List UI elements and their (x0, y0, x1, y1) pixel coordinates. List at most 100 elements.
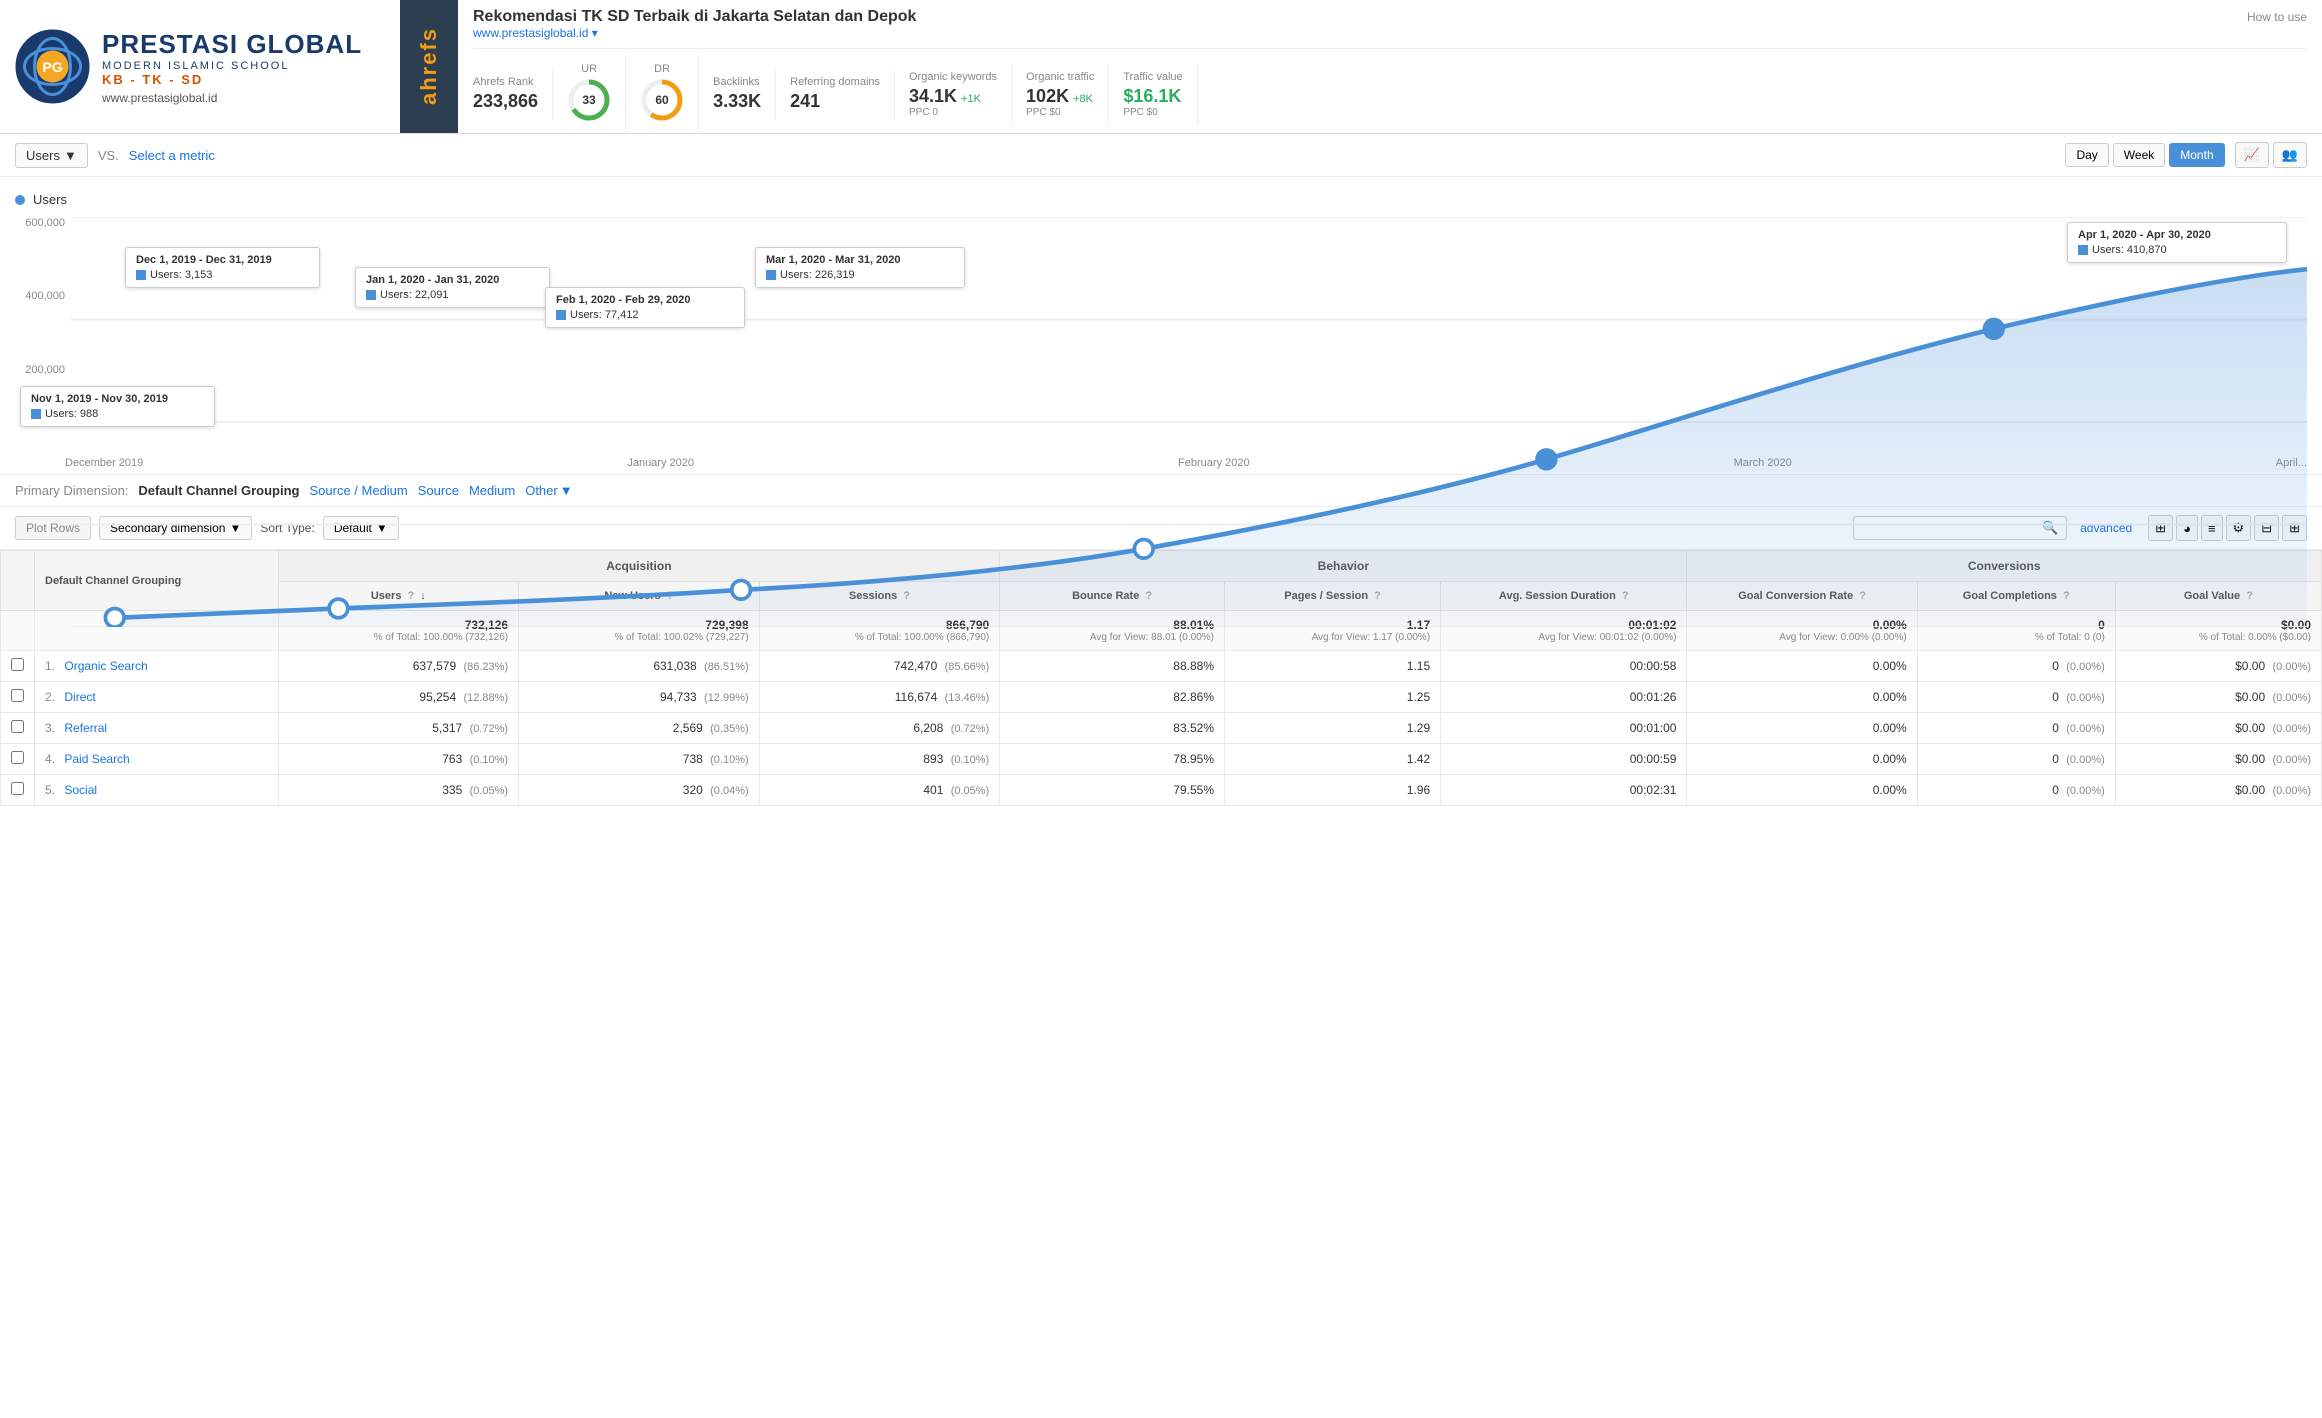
metric-ahrefs-rank: Ahrefs Rank 233,866 (473, 68, 553, 120)
row-avg-session-2: 00:01:00 (1441, 713, 1687, 744)
tooltip-dec: Dec 1, 2019 - Dec 31, 2019 Users: 3,153 (125, 247, 320, 288)
time-controls: Day Week Month (2065, 143, 2224, 167)
row-goal-comp-3: 0 (0.00%) (1917, 744, 2115, 775)
row-bounce-4: 79.55% (1000, 775, 1225, 806)
metric-organic-kw: Organic keywords 34.1K +1K PPC 0 (895, 63, 1012, 126)
row-num-1: 2. Direct (35, 682, 279, 713)
row-new-users-2: 2,569 (0.35%) (519, 713, 760, 744)
chart-legend: Users (15, 187, 2307, 217)
metric-organic-traffic: Organic traffic 102K +8K PPC $0 (1012, 63, 1109, 126)
row-pages-4: 1.96 (1225, 775, 1441, 806)
day-btn[interactable]: Day (2065, 143, 2108, 167)
row-sessions-2: 6,208 (0.72%) (759, 713, 1000, 744)
week-btn[interactable]: Week (2113, 143, 2165, 167)
row-goal-val-4: $0.00 (0.00%) (2115, 775, 2321, 806)
month-btn[interactable]: Month (2169, 143, 2224, 167)
row-num-4: 5. Social (35, 775, 279, 806)
row-new-users-0: 631,038 (86.51%) (519, 651, 760, 682)
organic-traffic-value: 102K (1026, 86, 1069, 107)
row-goal-comp-2: 0 (0.00%) (1917, 713, 2115, 744)
row-bounce-2: 83.52% (1000, 713, 1225, 744)
traffic-value-value: $16.1K (1123, 86, 1182, 107)
row-goal-val-1: $0.00 (0.00%) (2115, 682, 2321, 713)
ahrefs-logo: ahrefs (410, 19, 448, 113)
total-checkbox (1, 611, 35, 651)
row-goal-conv-3: 0.00% (1687, 744, 1917, 775)
row-bounce-0: 88.88% (1000, 651, 1225, 682)
legend-dot (15, 195, 25, 205)
row-avg-session-0: 00:00:58 (1441, 651, 1687, 682)
select-metric-link[interactable]: Select a metric (129, 148, 215, 163)
table-row: 2. Direct 95,254 (12.88%) 94,733 (12.99%… (1, 682, 2322, 713)
row-pages-2: 1.29 (1225, 713, 1441, 744)
tooltip-jan: Jan 1, 2020 - Jan 31, 2020 Users: 22,091 (355, 267, 550, 308)
backlinks-value: 3.33K (713, 91, 761, 112)
row-checkbox-2[interactable] (1, 713, 35, 744)
referring-value: 241 (790, 91, 880, 112)
metric-selector[interactable]: Users ▼ (15, 143, 88, 168)
row-goal-conv-2: 0.00% (1687, 713, 1917, 744)
metric-dr: DR 60 (626, 55, 699, 133)
row-name-3[interactable]: Paid Search (64, 752, 129, 766)
row-pages-3: 1.42 (1225, 744, 1441, 775)
row-goal-conv-1: 0.00% (1687, 682, 1917, 713)
row-sessions-4: 401 (0.05%) (759, 775, 1000, 806)
row-name-2[interactable]: Referral (64, 721, 107, 735)
row-sessions-3: 893 (0.10%) (759, 744, 1000, 775)
row-new-users-1: 94,733 (12.99%) (519, 682, 760, 713)
row-sessions-0: 742,470 (85.66%) (759, 651, 1000, 682)
row-goal-val-3: $0.00 (0.00%) (2115, 744, 2321, 775)
svg-text:60: 60 (655, 93, 669, 107)
line-chart-btn[interactable]: 📈 (2235, 142, 2269, 168)
row-checkbox-3[interactable] (1, 744, 35, 775)
row-sessions-1: 116,674 (13.46%) (759, 682, 1000, 713)
row-avg-session-1: 00:01:26 (1441, 682, 1687, 713)
table-row: 5. Social 335 (0.05%) 320 (0.04%) 401 (0… (1, 775, 2322, 806)
row-new-users-3: 738 (0.10%) (519, 744, 760, 775)
row-checkbox-0[interactable] (1, 651, 35, 682)
ur-donut: 33 (567, 78, 611, 122)
row-bounce-3: 78.95% (1000, 744, 1225, 775)
logo-text: PRESTASI GLOBAL MODERN ISLAMIC SCHOOL KB… (102, 29, 362, 105)
row-goal-val-2: $0.00 (0.00%) (2115, 713, 2321, 744)
metric-referring: Referring domains 241 (776, 68, 895, 120)
row-goal-conv-0: 0.00% (1687, 651, 1917, 682)
header: PG PRESTASI GLOBAL MODERN ISLAMIC SCHOOL… (0, 0, 2322, 134)
tooltip-nov: Nov 1, 2019 - Nov 30, 2019 Users: 988 (20, 386, 215, 427)
row-num-2: 3. Referral (35, 713, 279, 744)
row-checkbox-4[interactable] (1, 775, 35, 806)
how-to-use[interactable]: How to use (2247, 10, 2307, 24)
organic-kw-value: 34.1K (909, 86, 957, 107)
vs-label: VS. (98, 148, 119, 163)
metric-traffic-value: Traffic value $16.1K PPC $0 (1109, 63, 1197, 126)
tooltip-apr: Apr 1, 2020 - Apr 30, 2020 Users: 410,87… (2067, 222, 2287, 263)
row-avg-session-4: 00:02:31 (1441, 775, 1687, 806)
row-users-0: 637,579 (86.23%) (278, 651, 519, 682)
checkbox-header (1, 551, 35, 611)
tooltip-mar: Mar 1, 2020 - Mar 31, 2020 Users: 226,31… (755, 247, 965, 288)
ahrefs-panel: ahrefs (400, 0, 458, 133)
row-checkbox-1[interactable] (1, 682, 35, 713)
row-name-0[interactable]: Organic Search (64, 659, 147, 673)
row-name-1[interactable]: Direct (64, 690, 95, 704)
row-new-users-4: 320 (0.04%) (519, 775, 760, 806)
table-body: 1. Organic Search 637,579 (86.23%) 631,0… (1, 651, 2322, 806)
row-bounce-1: 82.86% (1000, 682, 1225, 713)
svg-text:PG: PG (42, 59, 62, 75)
dr-donut: 60 (640, 78, 684, 122)
svg-text:33: 33 (582, 93, 596, 107)
site-title: Rekomendasi TK SD Terbaik di Jakarta Sel… (473, 8, 916, 26)
row-pages-0: 1.15 (1225, 651, 1441, 682)
row-goal-conv-4: 0.00% (1687, 775, 1917, 806)
row-avg-session-3: 00:00:59 (1441, 744, 1687, 775)
chart-area: Users 600,000 400,000 200,000 (0, 177, 2322, 474)
site-url-ahrefs[interactable]: www.prestasiglobal.id ▾ (473, 26, 2307, 40)
row-name-4[interactable]: Social (64, 783, 97, 797)
chart-type-buttons: 📈 👥 (2235, 142, 2307, 168)
people-chart-btn[interactable]: 👥 (2273, 142, 2307, 168)
legend-label: Users (33, 192, 67, 207)
brand-sub1: MODERN ISLAMIC SCHOOL (102, 60, 362, 72)
table-row: 3. Referral 5,317 (0.72%) 2,569 (0.35%) … (1, 713, 2322, 744)
logo-icon: PG (15, 29, 90, 104)
chart-container: 600,000 400,000 200,000 (15, 217, 2307, 457)
